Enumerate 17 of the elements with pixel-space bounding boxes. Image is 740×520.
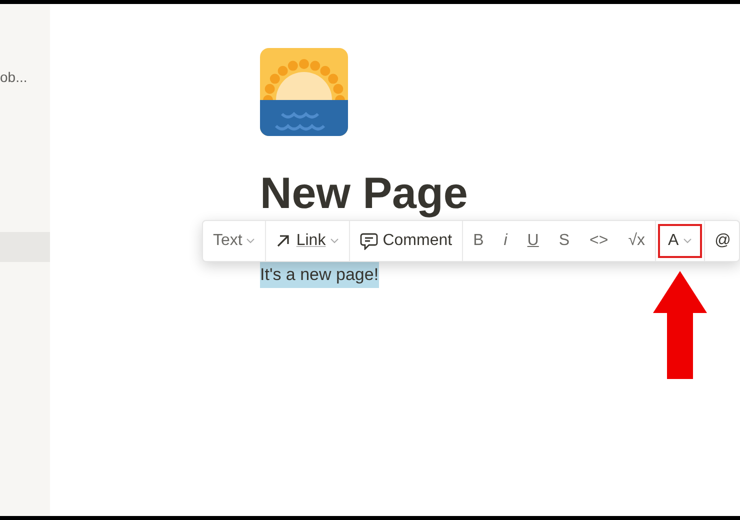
sunrise-icon[interactable] (260, 48, 348, 136)
strikethrough-button[interactable]: S (550, 224, 578, 258)
comment-icon (360, 232, 378, 250)
underline-button[interactable]: U (519, 224, 547, 258)
arrow-icon (276, 234, 290, 248)
link-button[interactable]: Link (268, 224, 347, 258)
code-button[interactable]: <> (582, 224, 616, 258)
comment-button[interactable]: Comment (352, 224, 460, 258)
mention-button[interactable]: @ (706, 224, 739, 258)
block-type-button[interactable]: Text (205, 224, 264, 258)
text-color-button[interactable]: A (658, 224, 702, 258)
italic-button[interactable]: i (496, 224, 516, 258)
sidebar-item[interactable]: ob... (0, 62, 50, 92)
page-title: New Page (260, 172, 468, 216)
equation-button[interactable]: √x (620, 224, 653, 258)
bold-button[interactable]: B (465, 224, 492, 258)
body-text: It's a new page! (260, 262, 379, 288)
